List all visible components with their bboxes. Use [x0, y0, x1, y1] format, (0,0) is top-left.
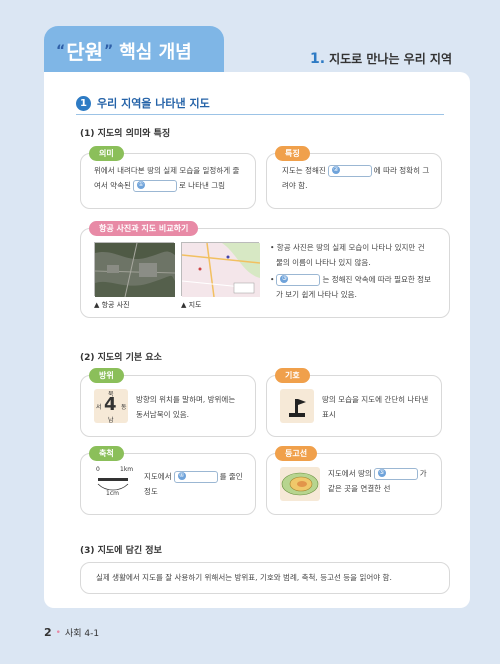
answer-blank-2[interactable]: ② — [327, 165, 372, 177]
answer-blank-4[interactable]: ④ — [173, 471, 218, 483]
symbol-tag: 기호 — [275, 368, 310, 383]
contour-tag: 등고선 — [275, 446, 318, 461]
unit-header: “ 단원 ” 핵심 개념 — [56, 36, 192, 65]
symbol-text: 땅의 모습을 지도에 간단히 나타낸 표시 — [322, 392, 428, 422]
meaning-line-2: 여서 약속된 ① 로 나타낸 그림 — [94, 180, 226, 192]
compare-line-4: 가 보기 쉽게 나타나 있음. — [276, 290, 357, 299]
unit-label: 단원 — [66, 40, 104, 64]
symbol-icon — [280, 389, 314, 423]
direction-line-2: 동서남북이 있음. — [136, 410, 190, 419]
compare-line-2: 물의 이름이 나타나 있지 않음. — [276, 258, 371, 267]
contour-line-1: 지도에서 땅의 ⑤ 가 — [328, 468, 427, 480]
compass-icon: 북 남 서 동 4 — [94, 389, 128, 424]
answer-blank-3[interactable]: ③ — [276, 274, 321, 286]
answer-blank-1[interactable]: ① — [132, 180, 177, 192]
feature-tag: 특징 — [275, 146, 310, 161]
direction-tag: 방위 — [89, 368, 124, 383]
chapter-title: 1. 지도로 만나는 우리 지역 — [310, 50, 452, 67]
meaning-tag: 의미 — [89, 146, 124, 161]
direction-line-1: 방향의 위치를 말하며, 방위에는 — [136, 395, 236, 404]
symbol-line-1: 땅의 모습을 지도에 간단히 나타낸 — [322, 395, 429, 404]
feature-line-2: 려야 함. — [282, 181, 308, 190]
scale-tag: 축척 — [89, 446, 124, 461]
compare-line-3: • ③ 는 정해진 약속에 따라 필요한 정보 — [270, 274, 431, 286]
scale-line-1: 지도에서 ④ 를 줄인 — [144, 471, 243, 483]
footer-dot: • — [55, 627, 61, 638]
feature-text: 지도는 정해진 ② 에 따라 정확히 그 려야 함. — [282, 163, 429, 193]
page-number: 2 — [44, 626, 52, 639]
section-title: 우리 지역을 나타낸 지도 — [97, 97, 210, 110]
aerial-photo — [94, 242, 176, 298]
quote-close: ” — [104, 42, 114, 59]
contour-text: 지도에서 땅의 ⑤ 가 같은 곳을 연결한 선 — [328, 466, 427, 496]
compare-line-1: • 항공 사진은 땅의 실제 모습이 나타나 있지만 건 — [270, 243, 425, 252]
compare-tag: 항공 사진과 지도 비교하기 — [89, 221, 199, 236]
scale-bar-icon: 0 1km 1cm — [96, 466, 134, 497]
scale-text: 지도에서 ④ 를 줄인 정도 — [144, 469, 243, 499]
contour-icon — [280, 467, 320, 501]
map-caption: ▲ 지도 — [181, 301, 202, 309]
meaning-text: 위에서 내려다본 땅의 실제 모습을 일정하게 줄 여서 약속된 ① 로 나타낸 그… — [94, 163, 239, 193]
symbol-line-2: 표시 — [322, 410, 336, 419]
section-heading: 1 우리 지역을 나타낸 지도 — [76, 95, 210, 111]
section-number-badge: 1 — [76, 95, 91, 111]
quote-open: “ — [56, 42, 66, 59]
map-image — [181, 242, 261, 298]
book-label: 사회 4-1 — [64, 629, 100, 639]
chapter-number: 1. — [310, 51, 326, 67]
subheading-2: (2) 지도의 기본 요소 — [80, 353, 162, 363]
direction-text: 방향의 위치를 말하며, 방위에는 동서남북이 있음. — [136, 392, 235, 422]
page-footer: 2 • 사회 4-1 — [44, 626, 99, 639]
feature-line-1: 지도는 정해진 ② 에 따라 정확히 그 — [282, 165, 430, 177]
contour-line-2: 같은 곳을 연결한 선 — [328, 484, 391, 493]
chapter-text: 지도로 만나는 우리 지역 — [329, 52, 452, 66]
aerial-photo-caption: ▲ 항공 사진 — [94, 301, 130, 309]
subheading-3: (3) 지도에 담긴 정보 — [80, 546, 162, 556]
answer-blank-5[interactable]: ⑤ — [373, 468, 418, 480]
scale-line-2: 정도 — [144, 487, 158, 496]
meaning-line-1: 위에서 내려다본 땅의 실제 모습을 일정하게 줄 — [94, 166, 240, 175]
info-text: 실제 생활에서 지도를 잘 사용하기 위해서는 방위표, 기호와 범례, 축척,… — [96, 573, 392, 582]
section-divider — [76, 114, 444, 115]
compare-text: • 항공 사진은 땅의 실제 모습이 나타나 있지만 건 물의 이름이 나타나 … — [270, 240, 431, 302]
subheading-1: (1) 지도의 의미와 특징 — [80, 129, 171, 139]
concept-label: 핵심 개념 — [119, 41, 192, 63]
